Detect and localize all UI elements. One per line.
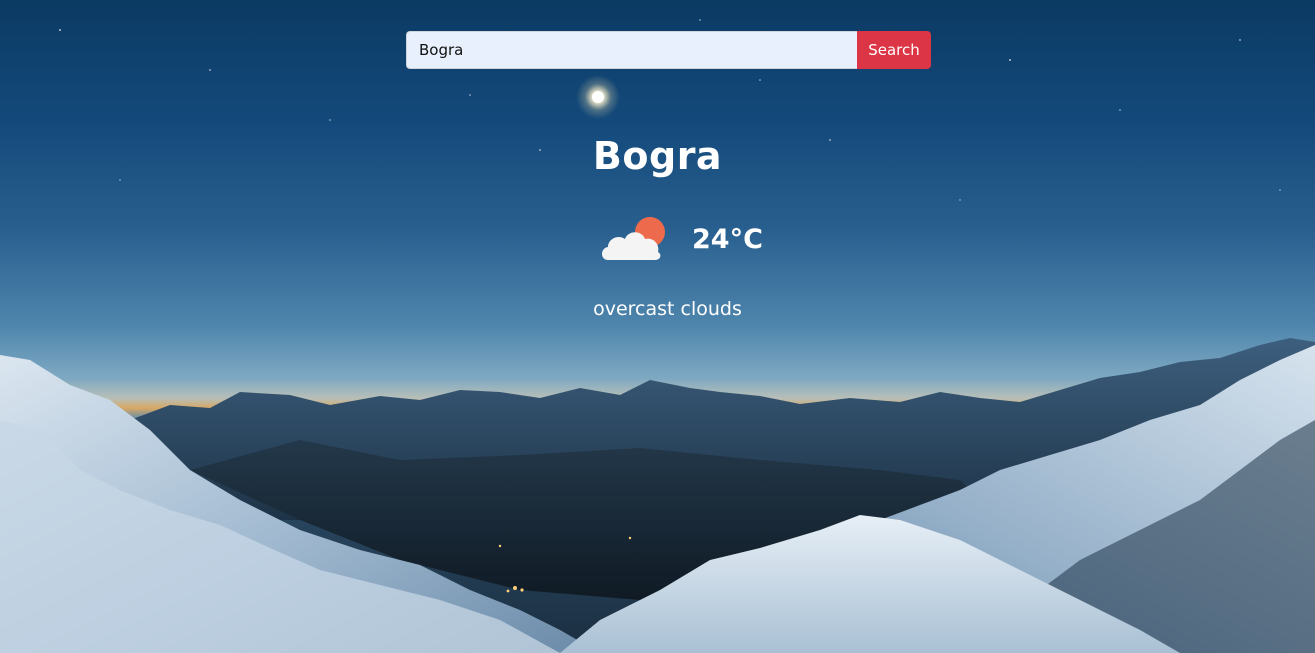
city-name: Bogra [592, 134, 723, 178]
cloud-sun-icon [602, 217, 665, 260]
app-background: Search Bogra 24°C overcast clouds [0, 0, 1315, 653]
weather-description: overcast clouds [593, 298, 742, 320]
weather-summary: 24°C [598, 212, 763, 266]
search-bar: Search [406, 31, 931, 69]
search-button[interactable]: Search [857, 31, 931, 69]
city-search-input[interactable] [406, 31, 857, 69]
mountain-landscape-background [0, 19, 1315, 653]
temperature: 24°C [692, 223, 763, 255]
